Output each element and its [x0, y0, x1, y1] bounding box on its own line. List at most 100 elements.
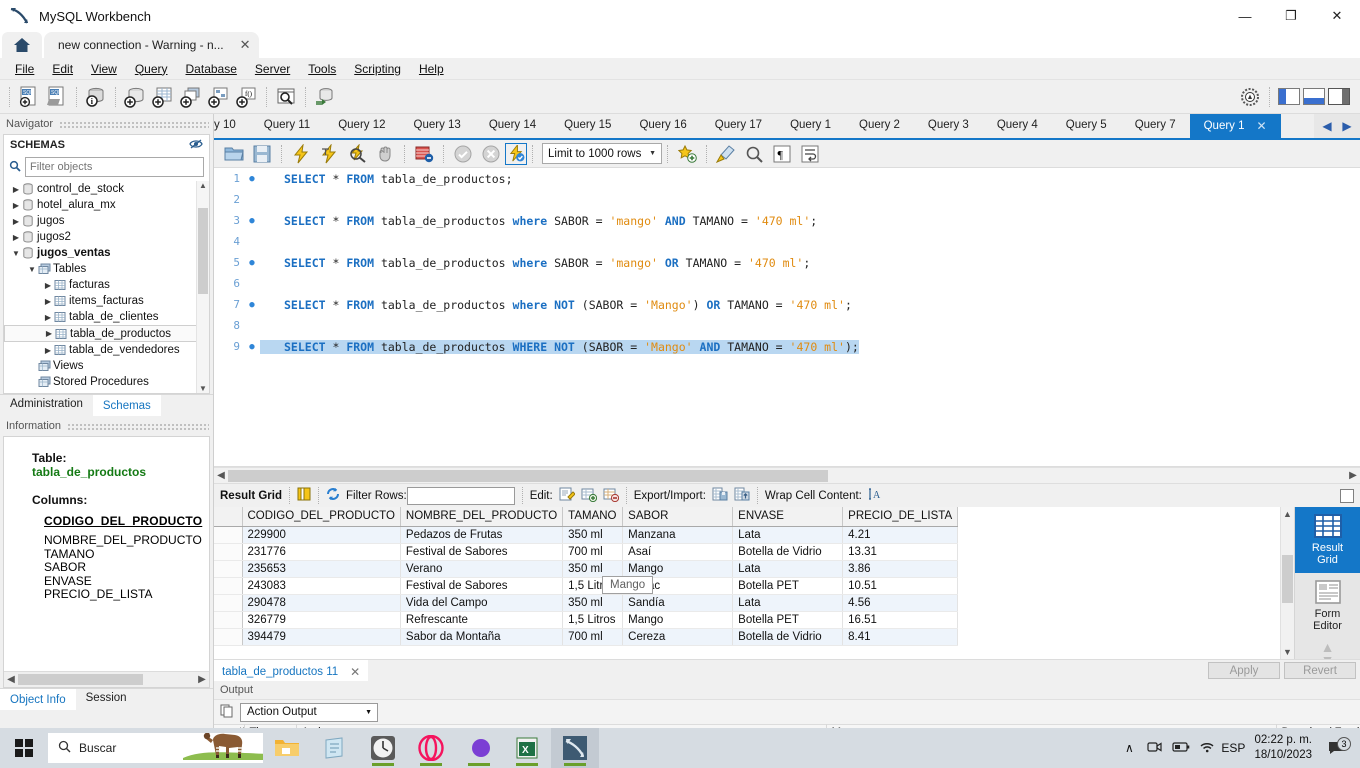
editor-line[interactable]: 7 ● SELECT * FROM tabla_de_productos where…: [214, 294, 1360, 315]
query-tab-clipped[interactable]: y 10: [214, 114, 250, 138]
home-tab[interactable]: [2, 32, 42, 58]
sql-editor[interactable]: 1 ● SELECT * FROM tabla_de_productos; 2 3 ● SE…: [214, 168, 1360, 467]
table-cell[interactable]: Mango: [622, 560, 734, 578]
menu-scripting[interactable]: Scripting: [345, 60, 410, 78]
table-cell[interactable]: 1,5 Litros: [562, 611, 624, 629]
taskbar-app-mysql-workbench[interactable]: [551, 728, 599, 768]
menu-tools[interactable]: Tools: [299, 60, 345, 78]
expand-arrow-icon[interactable]: ▶: [10, 201, 22, 210]
table-cell[interactable]: Lata: [732, 560, 844, 578]
tree-node-tabla-de-vendedores[interactable]: ▶ tabla_de_vendedores: [4, 342, 209, 358]
new-table-button[interactable]: [149, 83, 177, 111]
query-tab-query-5[interactable]: Query 5: [1052, 114, 1121, 138]
menu-edit[interactable]: Edit: [43, 60, 82, 78]
battery-icon[interactable]: [1168, 741, 1194, 756]
tree-node-hotel-alura-mx[interactable]: ▶ hotel_alura_mx: [4, 197, 209, 213]
scroll-down-icon[interactable]: ▼: [199, 384, 207, 393]
table-cell[interactable]: Cereza: [622, 628, 734, 646]
menu-help[interactable]: Help: [410, 60, 453, 78]
tab-object-info[interactable]: Object Info: [0, 689, 76, 710]
taskbar-app-notepad[interactable]: [311, 728, 359, 768]
statement-marker-icon[interactable]: ●: [244, 258, 260, 268]
auto-commit-icon[interactable]: [505, 142, 527, 165]
editor-line[interactable]: 5 ● SELECT * FROM tabla_de_productos where…: [214, 252, 1360, 273]
table-cell[interactable]: 350 ml: [562, 526, 624, 544]
beautify-sql-icon[interactable]: [712, 140, 740, 168]
table-cell[interactable]: Mango: [622, 611, 734, 629]
row-selector[interactable]: [214, 611, 243, 629]
expand-arrow-icon[interactable]: ▶: [10, 185, 22, 194]
insert-row-icon[interactable]: [581, 487, 597, 505]
form-editor-view-button[interactable]: Form Editor: [1295, 573, 1360, 639]
table-cell[interactable]: 235653: [242, 560, 401, 578]
tree-node-stored-procedures[interactable]: Stored Procedures: [4, 374, 209, 390]
menu-view[interactable]: View: [82, 60, 126, 78]
query-tab-query-16[interactable]: Query 16: [625, 114, 700, 138]
output-copy-icon[interactable]: [220, 704, 234, 721]
table-row[interactable]: 394479 Sabor da Montaña 700 ml Cereza Botell…: [214, 628, 959, 646]
output-type-select[interactable]: Action Output ▼: [240, 702, 378, 722]
toggle-output-button[interactable]: [1303, 88, 1325, 105]
explain-icon[interactable]: [343, 140, 371, 168]
taskbar-app-media[interactable]: [455, 728, 503, 768]
tree-node-jugos[interactable]: ▶ jugos: [4, 213, 209, 229]
expand-arrow-icon[interactable]: ▼: [26, 265, 38, 274]
maximize-result-panel-button[interactable]: [1340, 488, 1354, 503]
table-row[interactable]: 326779 Refrescante 1,5 Litros Mango Botella …: [214, 611, 959, 629]
chevron-down-icon[interactable]: ▼: [365, 709, 372, 716]
refresh-schemas-icon[interactable]: [189, 138, 203, 153]
import-recordset-icon[interactable]: [734, 487, 750, 505]
query-tab-query-1[interactable]: Query 1: [776, 114, 845, 138]
tree-node-tabla-de-productos[interactable]: ▶ tabla_de_productos: [4, 325, 209, 342]
table-cell[interactable]: 13.31: [842, 543, 959, 561]
table-cell[interactable]: 4.21: [842, 526, 959, 544]
grid-vscrollbar[interactable]: ▲ ▼: [1280, 507, 1294, 659]
query-tab-query-11[interactable]: Query 11: [250, 114, 324, 138]
taskbar-app-excel[interactable]: X: [503, 728, 551, 768]
column-header[interactable]: TAMANO: [562, 507, 624, 527]
table-row[interactable]: 243083Festival de Sabores1,5 LitrosMarac…: [214, 577, 959, 595]
result-tab-tabla-de-productos[interactable]: tabla_de_productos 11 ✕: [214, 660, 369, 681]
column-header[interactable]: SABOR: [622, 507, 734, 527]
statement-marker-icon[interactable]: ●: [244, 216, 260, 226]
table-cell[interactable]: Festival de Sabores: [400, 577, 564, 595]
table-row[interactable]: 231776 Festival de Sabores 700 ml Asaí Botel…: [214, 543, 959, 561]
connection-status-icon[interactable]: [1236, 83, 1264, 111]
notification-center-button[interactable]: 3: [1320, 737, 1354, 756]
scroll-right-icon[interactable]: ▶: [195, 674, 209, 685]
table-cell[interactable]: Lata: [732, 594, 844, 612]
table-cell[interactable]: Botella PET: [732, 611, 844, 629]
table-cell[interactable]: Lata: [732, 526, 844, 544]
camera-icon[interactable]: [1142, 740, 1168, 756]
table-cell[interactable]: 350 ml: [562, 594, 624, 612]
query-tab-query-12[interactable]: Query 12: [324, 114, 399, 138]
tree-node-tables[interactable]: ▼ Tables: [4, 261, 209, 277]
execute-icon[interactable]: [287, 140, 315, 168]
wrap-text-icon[interactable]: A: [868, 487, 883, 504]
start-button[interactable]: [0, 728, 48, 768]
statement-marker-icon[interactable]: ●: [244, 342, 260, 352]
expand-arrow-icon[interactable]: ▼: [10, 249, 22, 258]
code-line[interactable]: SELECT * FROM tabla_de_productos;: [260, 172, 513, 186]
table-cell[interactable]: Botella de Vidrio: [732, 628, 844, 646]
table-cell[interactable]: 394479: [242, 628, 401, 646]
table-cell[interactable]: Asaí: [622, 543, 734, 561]
table-cell[interactable]: 10.51: [842, 577, 959, 595]
tab-session[interactable]: Session: [76, 689, 137, 710]
table-cell[interactable]: Festival de Sabores: [400, 543, 564, 561]
query-tab-query-15[interactable]: Query 15: [550, 114, 625, 138]
table-cell[interactable]: Sabor da Montaña: [400, 628, 564, 646]
maximize-restore-button[interactable]: ❐: [1268, 0, 1314, 32]
revert-button[interactable]: Revert: [1284, 662, 1356, 679]
add-snippet-icon[interactable]: [673, 140, 701, 168]
scroll-left-icon[interactable]: ◀: [4, 674, 18, 685]
row-selector[interactable]: [214, 526, 243, 544]
tree-node-facturas[interactable]: ▶ facturas: [4, 277, 209, 293]
query-tab-active[interactable]: Query 1 ✕: [1189, 114, 1281, 138]
table-cell[interactable]: Verano: [400, 560, 564, 578]
query-tab-query-7[interactable]: Query 7: [1121, 114, 1190, 138]
expand-arrow-icon[interactable]: ▶: [42, 346, 54, 355]
menu-server[interactable]: Server: [246, 60, 299, 78]
scroll-thumb[interactable]: [18, 674, 143, 685]
close-icon[interactable]: ✕: [350, 665, 360, 679]
